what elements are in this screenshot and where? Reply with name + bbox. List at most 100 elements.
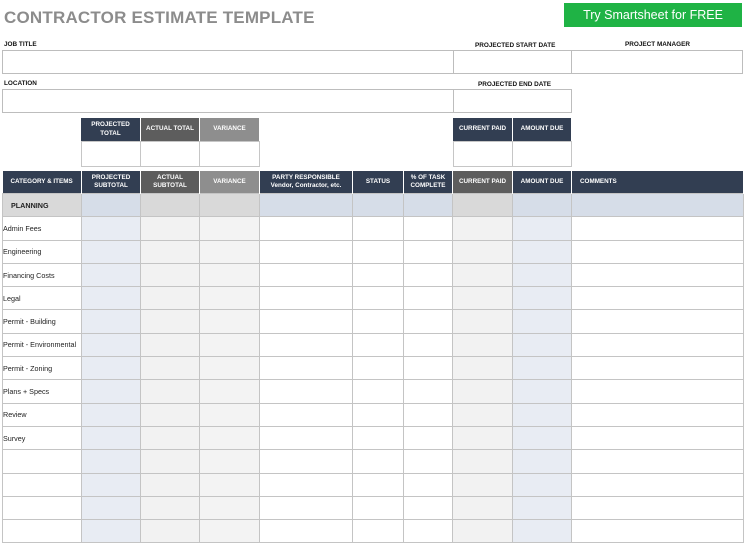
cell-comments[interactable] bbox=[571, 495, 744, 521]
cell-projected-subtotal[interactable] bbox=[81, 495, 141, 521]
projected-start-date-field[interactable] bbox=[453, 50, 572, 74]
cell-percent-complete[interactable] bbox=[403, 402, 453, 427]
cell-status[interactable] bbox=[352, 286, 404, 311]
projected-end-date-field[interactable] bbox=[453, 89, 572, 113]
cell-party-responsible[interactable] bbox=[259, 332, 353, 358]
cell-current-paid[interactable] bbox=[452, 332, 513, 358]
cell-variance[interactable] bbox=[199, 309, 260, 334]
cell-actual-subtotal[interactable] bbox=[140, 472, 200, 497]
cell-current-paid[interactable] bbox=[452, 495, 513, 521]
cell-comments[interactable] bbox=[571, 449, 744, 474]
cell-current-paid[interactable] bbox=[452, 379, 513, 404]
cell-category[interactable]: Financing Costs bbox=[2, 262, 82, 288]
cell-variance[interactable] bbox=[199, 425, 260, 451]
cell-comments[interactable] bbox=[571, 262, 744, 288]
cell-actual-subtotal[interactable] bbox=[140, 216, 200, 241]
projected-total-value[interactable] bbox=[81, 141, 141, 167]
cell-comments[interactable] bbox=[571, 332, 744, 358]
cell-projected-subtotal[interactable] bbox=[81, 449, 141, 474]
cell-comments[interactable] bbox=[571, 472, 744, 497]
cell-status[interactable] bbox=[352, 472, 404, 497]
cell-party-responsible[interactable] bbox=[259, 286, 353, 311]
cell-percent-complete[interactable] bbox=[403, 449, 453, 474]
cell-actual-subtotal[interactable] bbox=[140, 495, 200, 521]
cell-projected-subtotal[interactable] bbox=[81, 332, 141, 358]
cell-party-responsible[interactable] bbox=[259, 449, 353, 474]
cell-variance[interactable] bbox=[199, 332, 260, 358]
cell-actual-subtotal[interactable] bbox=[140, 379, 200, 404]
cell-category[interactable]: Review bbox=[2, 402, 82, 427]
cell-party-responsible[interactable] bbox=[259, 239, 353, 264]
cell-actual-subtotal[interactable] bbox=[140, 519, 200, 544]
cell-status[interactable] bbox=[352, 262, 404, 288]
cell-category[interactable]: Permit - Zoning bbox=[2, 356, 82, 381]
location-field[interactable] bbox=[2, 89, 454, 113]
cell-projected-subtotal[interactable] bbox=[81, 262, 141, 288]
cell-status[interactable] bbox=[352, 356, 404, 381]
cell-percent-complete[interactable] bbox=[403, 239, 453, 264]
job-title-field[interactable] bbox=[2, 50, 454, 74]
cell-projected-subtotal[interactable] bbox=[81, 216, 141, 241]
cell-current-paid[interactable] bbox=[452, 239, 513, 264]
cell-percent-complete[interactable] bbox=[403, 286, 453, 311]
try-smartsheet-button[interactable]: Try Smartsheet for FREE bbox=[564, 3, 742, 27]
cell-projected-subtotal[interactable] bbox=[81, 356, 141, 381]
cell-status[interactable] bbox=[352, 309, 404, 334]
cell-variance[interactable] bbox=[199, 216, 260, 241]
cell-amount-due[interactable] bbox=[512, 402, 572, 427]
cell-status[interactable] bbox=[352, 425, 404, 451]
cell-category[interactable]: Survey bbox=[2, 425, 82, 451]
cell-current-paid[interactable] bbox=[452, 286, 513, 311]
cell-amount-due[interactable] bbox=[512, 519, 572, 544]
cell-projected-subtotal[interactable] bbox=[81, 286, 141, 311]
cell-amount-due[interactable] bbox=[512, 425, 572, 451]
cell-amount-due[interactable] bbox=[512, 449, 572, 474]
cell-amount-due[interactable] bbox=[512, 239, 572, 264]
cell-actual-subtotal[interactable] bbox=[140, 425, 200, 451]
cell-category[interactable]: Plans + Specs bbox=[2, 379, 82, 404]
cell-variance[interactable] bbox=[199, 402, 260, 427]
cell-category[interactable] bbox=[2, 495, 82, 521]
cell-party-responsible[interactable] bbox=[259, 402, 353, 427]
cell-category[interactable]: Engineering bbox=[2, 239, 82, 264]
cell-comments[interactable] bbox=[571, 239, 744, 264]
amount-due-value[interactable] bbox=[512, 141, 572, 167]
cell-projected-subtotal[interactable] bbox=[81, 425, 141, 451]
cell-actual-subtotal[interactable] bbox=[140, 449, 200, 474]
actual-total-value[interactable] bbox=[140, 141, 200, 167]
cell-current-paid[interactable] bbox=[452, 449, 513, 474]
cell-percent-complete[interactable] bbox=[403, 216, 453, 241]
cell-comments[interactable] bbox=[571, 356, 744, 381]
project-manager-field[interactable] bbox=[571, 50, 743, 74]
cell-current-paid[interactable] bbox=[452, 309, 513, 334]
cell-amount-due[interactable] bbox=[512, 262, 572, 288]
cell-current-paid[interactable] bbox=[452, 216, 513, 241]
cell-actual-subtotal[interactable] bbox=[140, 356, 200, 381]
cell-comments[interactable] bbox=[571, 379, 744, 404]
cell-projected-subtotal[interactable] bbox=[81, 379, 141, 404]
cell-percent-complete[interactable] bbox=[403, 332, 453, 358]
cell-category[interactable]: Permit - Environmental bbox=[2, 332, 82, 358]
cell-amount-due[interactable] bbox=[512, 286, 572, 311]
cell-projected-subtotal[interactable] bbox=[81, 472, 141, 497]
cell-variance[interactable] bbox=[199, 495, 260, 521]
cell-actual-subtotal[interactable] bbox=[140, 402, 200, 427]
cell-amount-due[interactable] bbox=[512, 379, 572, 404]
cell-category[interactable]: Permit - Building bbox=[2, 309, 82, 334]
cell-party-responsible[interactable] bbox=[259, 309, 353, 334]
cell-variance[interactable] bbox=[199, 472, 260, 497]
cell-percent-complete[interactable] bbox=[403, 472, 453, 497]
cell-variance[interactable] bbox=[199, 449, 260, 474]
cell-comments[interactable] bbox=[571, 286, 744, 311]
cell-status[interactable] bbox=[352, 495, 404, 521]
cell-comments[interactable] bbox=[571, 309, 744, 334]
cell-category[interactable]: Legal bbox=[2, 286, 82, 311]
cell-variance[interactable] bbox=[199, 262, 260, 288]
cell-actual-subtotal[interactable] bbox=[140, 286, 200, 311]
cell-actual-subtotal[interactable] bbox=[140, 332, 200, 358]
variance-total-value[interactable] bbox=[199, 141, 260, 167]
cell-amount-due[interactable] bbox=[512, 495, 572, 521]
cell-comments[interactable] bbox=[571, 402, 744, 427]
cell-category[interactable]: Admin Fees bbox=[2, 216, 82, 241]
cell-variance[interactable] bbox=[199, 379, 260, 404]
